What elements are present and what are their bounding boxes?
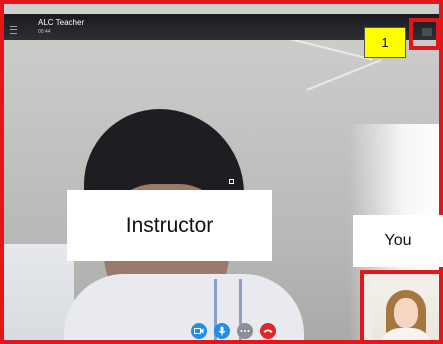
- microphone-icon: [218, 326, 226, 336]
- self-video-feed: [372, 282, 439, 340]
- more-options-icon: [240, 330, 250, 332]
- window-control-icon[interactable]: [422, 28, 432, 36]
- end-call-button[interactable]: [260, 323, 276, 339]
- step-number-badge: 1: [364, 27, 406, 58]
- hamburger-menu-icon[interactable]: [10, 26, 17, 34]
- more-options-button[interactable]: [237, 323, 253, 339]
- self-face: [394, 298, 418, 328]
- call-duration: 00:44: [38, 29, 51, 35]
- focus-indicator: [229, 179, 234, 184]
- call-controls: [191, 323, 276, 339]
- self-label: You: [353, 215, 443, 267]
- ceiling-line: [306, 59, 382, 91]
- end-call-icon: [263, 329, 273, 333]
- contact-name: ALC Teacher: [38, 18, 85, 27]
- video-camera-icon: [194, 328, 204, 334]
- instructor-label: Instructor: [67, 190, 272, 261]
- highlighted-control[interactable]: [409, 18, 440, 50]
- video-camera-button[interactable]: [191, 323, 207, 339]
- microphone-button[interactable]: [214, 323, 230, 339]
- self-view-preview[interactable]: [360, 270, 443, 344]
